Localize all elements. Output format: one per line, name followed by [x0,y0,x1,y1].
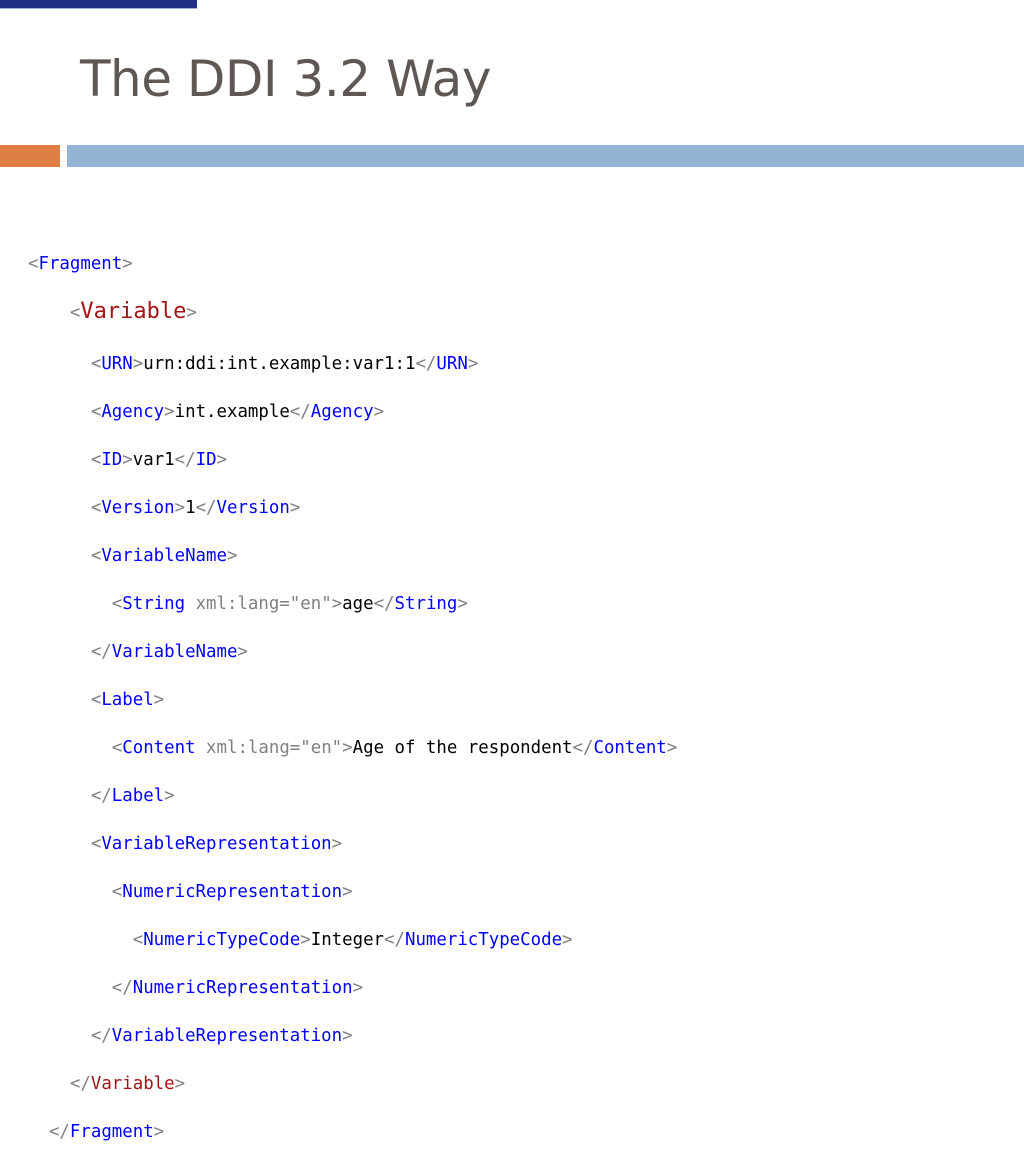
code-line-numtype: <NumericTypeCode>Integer</NumericTypeCod… [132,930,573,950]
code-line-label-open: <Label> [90,690,165,710]
code-line-fragment-open: <Fragment> [28,254,133,274]
code-line-variablename-close: </VariableName> [90,642,248,662]
code-line-numrep-open: <NumericRepresentation> [111,882,353,902]
code-line-numrep-close: </NumericRepresentation> [111,978,364,998]
blue-accent-bar [67,145,1024,167]
code-line-variablename-open: <VariableName> [90,546,238,566]
code-line-urn: <URN>urn:ddi:int.example:var1:1</URN> [90,354,479,374]
code-line-agency: <Agency>int.example</Agency> [90,402,385,422]
code-line-id: <ID>var1</ID> [90,450,228,470]
top-accent-bar [0,0,197,9]
code-line-content: <Content xml:lang="en">Age of the respon… [111,738,678,758]
slide-title: The DDI 3.2 Way [80,50,491,108]
code-line-string: <String xml:lang="en">age</String> [111,594,468,614]
code-line-label-close: </Label> [90,786,175,806]
code-line-version: <Version>1</Version> [90,498,301,518]
orange-accent-bar [0,145,60,167]
code-line-variable-close: </Variable> [69,1074,186,1094]
code-line-varrep-open: <VariableRepresentation> [90,834,343,854]
code-line-varrep-close: </VariableRepresentation> [90,1026,353,1046]
code-line-variable-open: <Variable> [69,299,197,324]
code-line-fragment-close: </Fragment> [48,1122,165,1142]
xml-code-block: <Fragment> <Variable> <URN>urn:ddi:int.e… [28,228,677,1168]
